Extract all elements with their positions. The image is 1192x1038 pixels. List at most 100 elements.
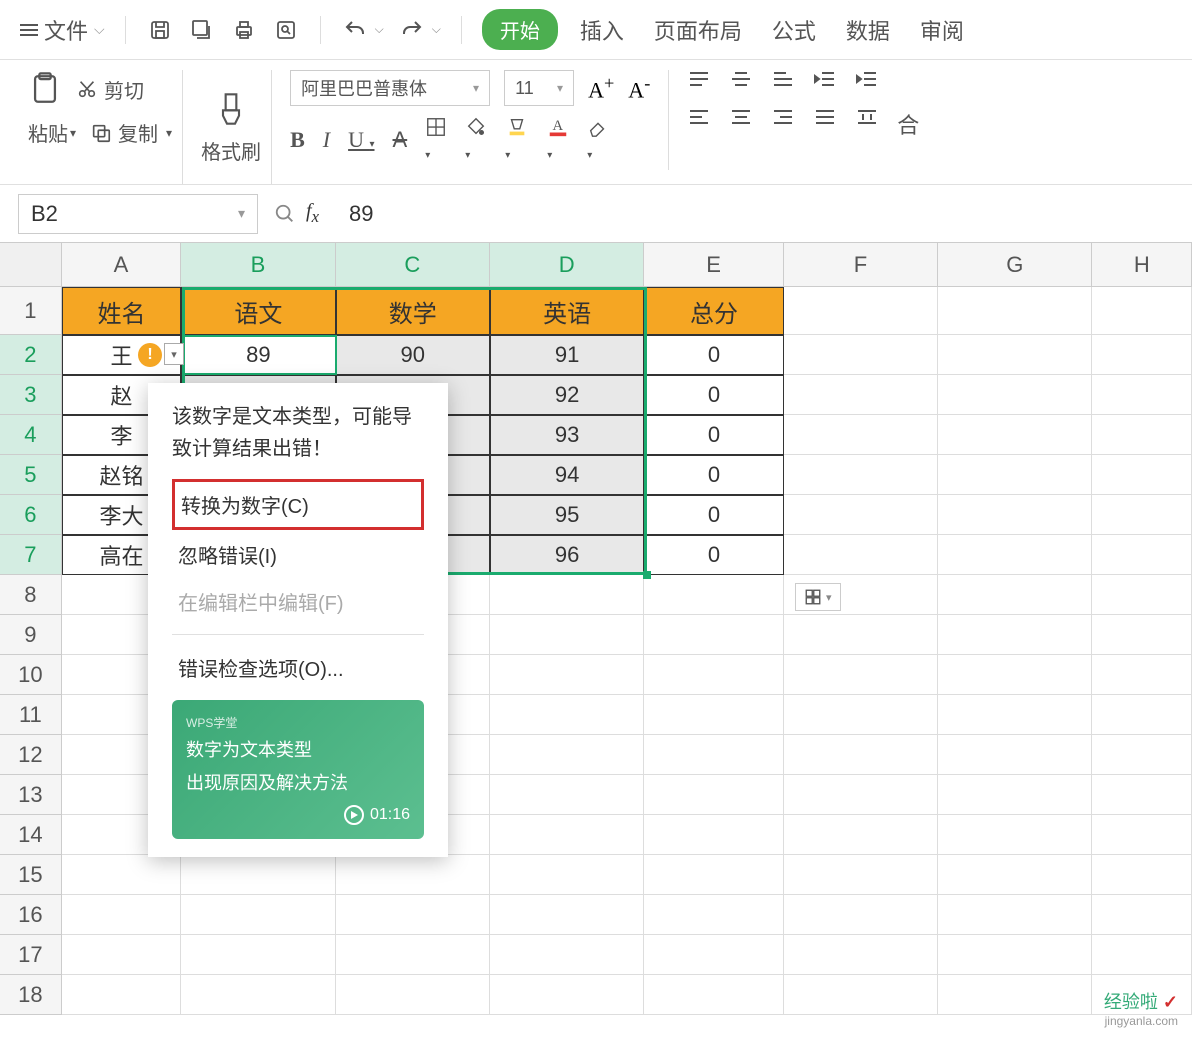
borders-button[interactable]: ▾: [425, 116, 447, 164]
brush-label[interactable]: 格式刷: [201, 136, 261, 165]
cell-A1[interactable]: 姓名: [62, 287, 182, 335]
undo-dropdown[interactable]: ⌵: [375, 22, 384, 37]
popup-ignore-option[interactable]: 忽略错误(I): [172, 532, 424, 577]
underline-button[interactable]: U ▾: [348, 127, 374, 153]
align-middle-icon[interactable]: [729, 70, 753, 90]
align-left-icon[interactable]: [687, 108, 711, 140]
redo-dropdown[interactable]: ⌵: [432, 22, 441, 37]
font-color-button[interactable]: A▾: [547, 116, 569, 164]
popup-convert-option[interactable]: 转换为数字(C): [172, 479, 424, 530]
cell-E1[interactable]: 总分: [644, 287, 783, 335]
col-header-H[interactable]: H: [1092, 243, 1192, 286]
paste-label[interactable]: 粘贴▾: [28, 118, 76, 147]
row-header-4[interactable]: 4: [0, 415, 62, 455]
tab-insert[interactable]: 插入: [580, 14, 624, 46]
row-header-2[interactable]: 2: [0, 335, 62, 375]
hamburger-icon: [20, 24, 38, 36]
eraser-button[interactable]: ▾: [587, 116, 609, 164]
indent-dec-icon[interactable]: [813, 70, 837, 90]
col-header-C[interactable]: C: [336, 243, 490, 286]
decrease-font-icon[interactable]: A-: [628, 73, 650, 103]
row-header-5[interactable]: 5: [0, 455, 62, 495]
svg-text:A: A: [553, 118, 564, 134]
formula-bar-value[interactable]: 89: [349, 201, 373, 227]
select-all-corner[interactable]: [0, 243, 62, 286]
selection-handle[interactable]: [643, 571, 651, 579]
save-icon[interactable]: [146, 16, 174, 44]
cell-B2[interactable]: 89: [181, 335, 335, 375]
align-top-icon[interactable]: [687, 70, 711, 90]
row-header-3[interactable]: 3: [0, 375, 62, 415]
distribute-icon[interactable]: [855, 108, 879, 140]
undo-icon[interactable]: [341, 16, 369, 44]
cell-E7[interactable]: 0: [644, 535, 783, 575]
paste-button[interactable]: [28, 70, 62, 108]
font-size-select[interactable]: 11▾: [504, 70, 574, 106]
cell-E4[interactable]: 0: [644, 415, 783, 455]
popup-video-card[interactable]: WPS学堂 数字为文本类型 出现原因及解决方法 01:16: [172, 700, 424, 839]
col-header-B[interactable]: B: [181, 243, 335, 286]
cell-E2[interactable]: 0: [644, 335, 783, 375]
copy-button[interactable]: 复制▾: [90, 118, 172, 147]
increase-font-icon[interactable]: A+: [588, 73, 614, 103]
cell-B1[interactable]: 语文: [181, 287, 335, 335]
paste-options-button[interactable]: ▾: [795, 583, 841, 611]
cell-C1[interactable]: 数学: [336, 287, 490, 335]
col-header-G[interactable]: G: [938, 243, 1092, 286]
col-header-A[interactable]: A: [62, 243, 182, 286]
popup-edit-option: 在编辑栏中编辑(F): [172, 579, 424, 624]
col-header-F[interactable]: F: [784, 243, 938, 286]
tab-data[interactable]: 数据: [846, 14, 890, 46]
cell-E5[interactable]: 0: [644, 455, 783, 495]
align-bottom-icon[interactable]: [771, 70, 795, 90]
col-header-E[interactable]: E: [644, 243, 783, 286]
tab-layout[interactable]: 页面布局: [654, 14, 742, 46]
error-dropdown-icon[interactable]: ▾: [164, 343, 184, 365]
row-header-7[interactable]: 7: [0, 535, 62, 575]
cell-D4[interactable]: 93: [490, 415, 644, 455]
tab-review[interactable]: 审阅: [920, 14, 964, 46]
file-menu[interactable]: 文件 ⌵: [20, 14, 105, 46]
merge-icon[interactable]: 合: [897, 108, 919, 140]
bold-button[interactable]: B: [290, 127, 305, 153]
indent-inc-icon[interactable]: [855, 70, 879, 90]
play-icon: [344, 805, 364, 825]
brush-icon[interactable]: [215, 90, 247, 128]
cell-E3[interactable]: 0: [644, 375, 783, 415]
italic-button[interactable]: I: [323, 127, 330, 153]
zoom-icon[interactable]: [274, 203, 296, 225]
popup-message: 该数字是文本类型，可能导致计算结果出错！: [172, 401, 424, 465]
save-as-icon[interactable]: [188, 16, 216, 44]
error-warning-icon[interactable]: !: [138, 343, 162, 367]
font-family-select[interactable]: 阿里巴巴普惠体▾: [290, 70, 490, 106]
align-right-icon[interactable]: [771, 108, 795, 140]
tab-formula[interactable]: 公式: [772, 14, 816, 46]
col-header-D[interactable]: D: [490, 243, 644, 286]
cell-D3[interactable]: 92: [490, 375, 644, 415]
tab-start[interactable]: 开始: [482, 9, 558, 50]
preview-icon[interactable]: [272, 16, 300, 44]
file-label: 文件: [44, 14, 88, 46]
fx-label[interactable]: fx: [306, 200, 319, 227]
cell-C2[interactable]: 90: [336, 335, 490, 375]
cell-E6[interactable]: 0: [644, 495, 783, 535]
cell-D1[interactable]: 英语: [490, 287, 644, 335]
watermark: 经验啦 ✓ jingyanla.com: [1104, 988, 1178, 1028]
fill-color-button[interactable]: ▾: [465, 116, 487, 164]
row-header-6[interactable]: 6: [0, 495, 62, 535]
error-popup: 该数字是文本类型，可能导致计算结果出错！ 转换为数字(C) 忽略错误(I) 在编…: [148, 383, 448, 857]
redo-icon[interactable]: [398, 16, 426, 44]
popup-options-option[interactable]: 错误检查选项(O)...: [172, 645, 424, 690]
cell-D5[interactable]: 94: [490, 455, 644, 495]
cell-D6[interactable]: 95: [490, 495, 644, 535]
row-header-1[interactable]: 1: [0, 287, 62, 335]
name-box[interactable]: B2 ▾: [18, 194, 258, 234]
align-center-icon[interactable]: [729, 108, 753, 140]
justify-icon[interactable]: [813, 108, 837, 140]
cell-D2[interactable]: 91: [490, 335, 644, 375]
print-icon[interactable]: [230, 16, 258, 44]
strike-button[interactable]: A: [393, 127, 408, 153]
cell-D7[interactable]: 96: [490, 535, 644, 575]
highlight-button[interactable]: ▾: [505, 116, 529, 164]
cut-button[interactable]: 剪切: [76, 75, 144, 104]
